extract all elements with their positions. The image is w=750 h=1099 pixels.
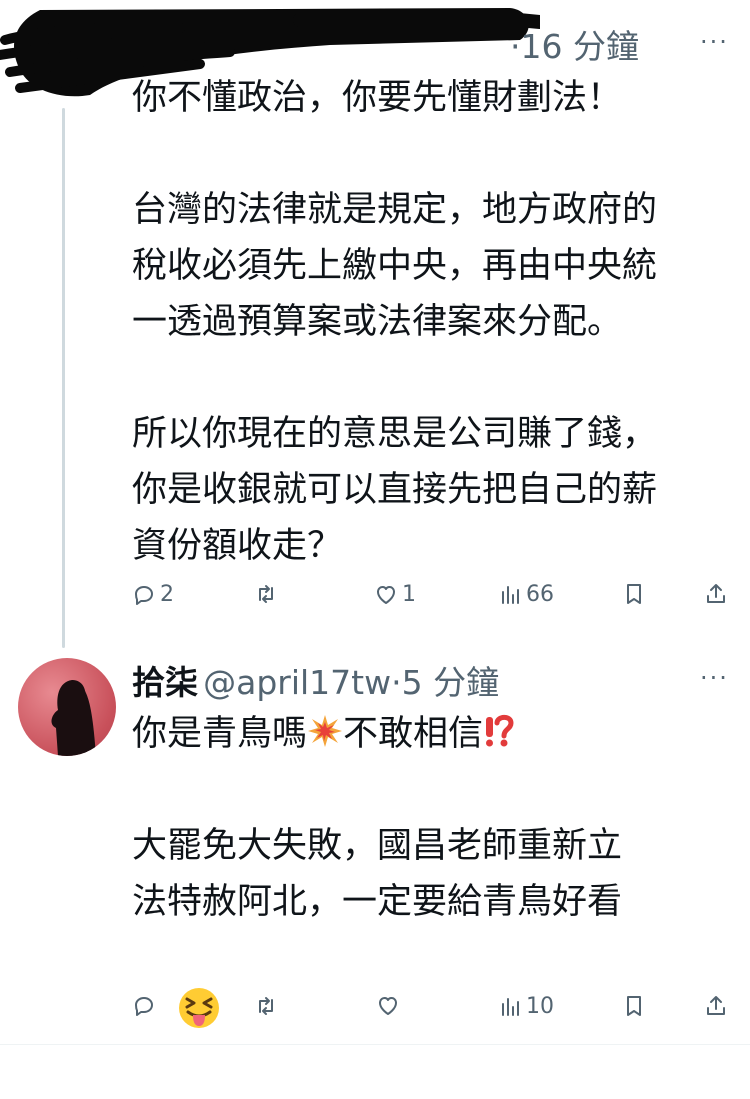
avatar-silhouette: [51, 680, 96, 756]
share-button[interactable]: [704, 994, 728, 1018]
reply-button[interactable]: [132, 994, 160, 1018]
exclamation-question-emoji: [486, 714, 514, 747]
tweet1-timestamp[interactable]: ·16 分鐘: [510, 20, 639, 68]
views-icon: [502, 585, 519, 604]
more-options-icon[interactable]: ···: [700, 28, 729, 56]
bookmark-button[interactable]: [622, 582, 646, 606]
more-options-icon[interactable]: ···: [700, 664, 729, 692]
tweet2-line1: 你是青鳥嗎 不敢相信: [132, 706, 742, 762]
tweet1-text: 你不懂政治，你要先懂財劃法！ 台灣的法律就是規定，地方政府的 稅收必須先上繳中央…: [132, 78, 658, 566]
bookmark-button[interactable]: [622, 994, 646, 1018]
views-button[interactable]: 10: [498, 994, 554, 1019]
tweet2-text: 你是青鳥嗎 不敢相信 大罷免大失敗，國昌老師重新立 法特赦阿北，一定要給青鳥好看: [132, 706, 742, 1099]
views-button[interactable]: 66: [498, 582, 554, 607]
views-count: 10: [526, 994, 554, 1019]
views-count: 66: [526, 582, 554, 607]
share-icon: [707, 584, 725, 603]
like-button[interactable]: 1: [374, 582, 416, 607]
retweet-button[interactable]: [254, 994, 282, 1018]
tweet2-timestamp[interactable]: ·5 分鐘: [391, 663, 499, 702]
avatar[interactable]: [18, 658, 116, 756]
like-icon: [379, 997, 397, 1015]
reply-count: 2: [160, 582, 174, 607]
bottom-divider: [0, 1044, 750, 1045]
collision-emoji: [308, 715, 343, 747]
tweet2-header: 拾柒 @april17tw·5 分鐘: [132, 656, 499, 704]
tweet2-body: 大罷免大失敗，國昌老師重新立 法特赦阿北，一定要給青鳥好看: [132, 826, 623, 922]
retweet-icon: [259, 585, 273, 603]
like-icon: [377, 585, 395, 604]
like-count: 1: [402, 582, 416, 607]
reply-icon: [135, 585, 153, 605]
reply-icon: [135, 997, 153, 1016]
retweet-icon: [259, 997, 273, 1015]
tweet1-action-bar: 2 1 66: [132, 582, 732, 622]
share-icon: [707, 996, 725, 1015]
user-handle[interactable]: @april17tw: [203, 663, 391, 702]
tweet2-line1-b: 不敢相信: [343, 714, 484, 754]
share-button[interactable]: [704, 582, 728, 606]
reply-button[interactable]: 2: [132, 582, 174, 607]
tweet2-line1-a: 你是青鳥嗎: [132, 714, 308, 754]
bookmark-icon: [627, 584, 641, 604]
thread-line: [62, 108, 65, 648]
bookmark-icon: [627, 996, 641, 1016]
views-icon: [502, 997, 519, 1016]
retweet-button[interactable]: [254, 582, 282, 606]
like-button[interactable]: [376, 994, 404, 1018]
tweet2-action-bar: 10: [132, 994, 732, 1034]
display-name[interactable]: 拾柒: [132, 663, 198, 702]
